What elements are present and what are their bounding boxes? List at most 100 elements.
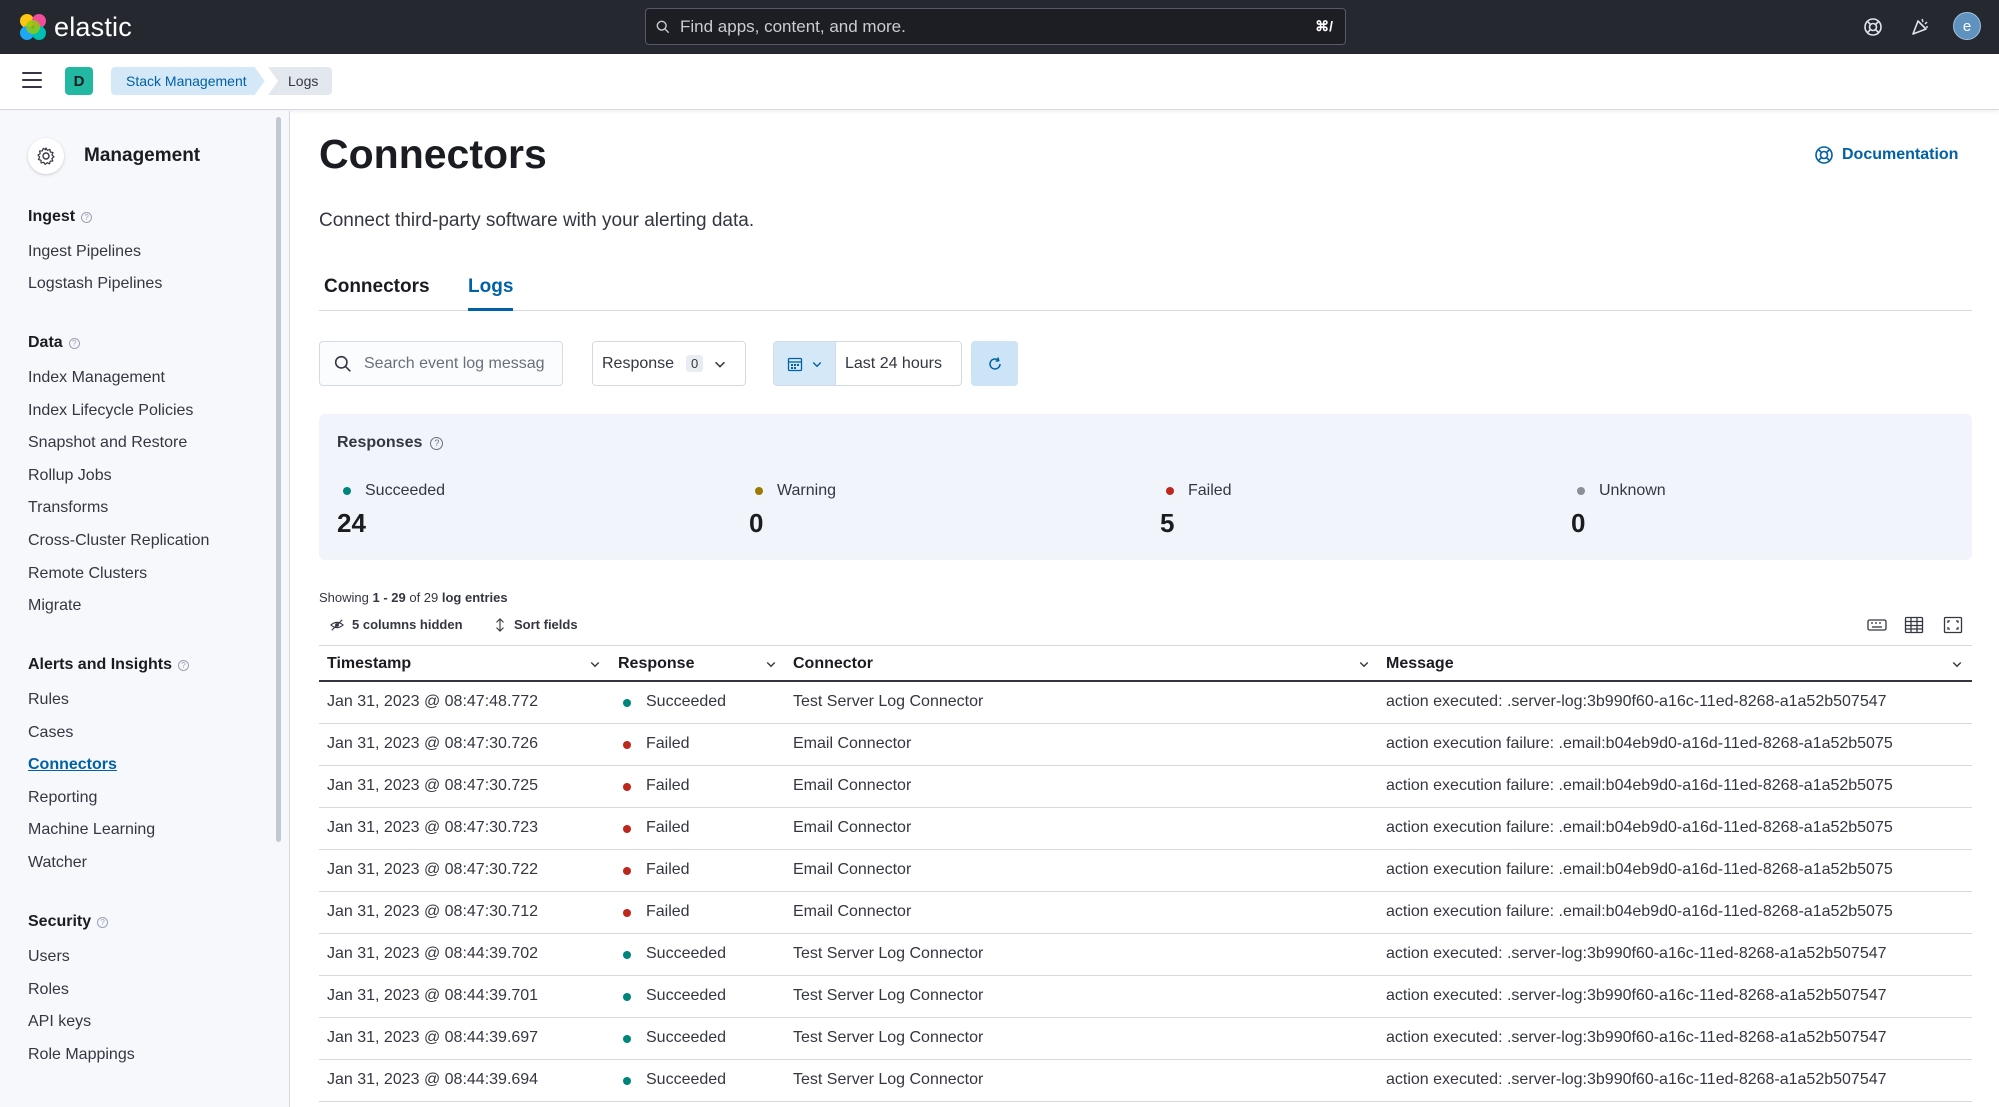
status-dot (623, 993, 631, 1001)
cell-response: Failed (646, 777, 690, 794)
date-range-label[interactable]: Last 24 hours (845, 355, 942, 373)
logo-text: elastic (54, 11, 132, 42)
cell-connector: Test Server Log Connector (793, 693, 984, 710)
status-dot (1577, 487, 1585, 495)
cell-message: action executed: .server-log:3b990f60-a1… (1386, 1029, 1887, 1046)
sort-fields-button[interactable]: Sort fields (494, 617, 578, 632)
elastic-logo[interactable]: elastic (18, 10, 132, 44)
chevron-down-icon[interactable] (765, 658, 777, 670)
columns-hidden-button[interactable]: 5 columns hidden (330, 617, 463, 632)
cell-timestamp: Jan 31, 2023 @ 08:44:39.694 (327, 1071, 539, 1088)
date-picker[interactable]: Last 24 hours (773, 341, 962, 386)
group-label: Alerts and Insights (28, 656, 173, 673)
table-row[interactable]: Jan 31, 2023 @ 08:44:39.694 Succeeded Te… (319, 1060, 1972, 1102)
cell-message: action execution failure: .email:b04eb9d… (1386, 861, 1893, 878)
event-log-search-input[interactable]: Search event log message (319, 341, 563, 386)
table-row[interactable]: Jan 31, 2023 @ 08:47:30.726 Failed Email… (319, 724, 1972, 766)
group-label: Ingest (28, 208, 76, 225)
status-dot (755, 487, 763, 495)
gear-icon (28, 138, 64, 174)
chevron-down-icon[interactable] (589, 658, 601, 670)
cell-response: Failed (646, 861, 690, 878)
sidebar-item-ingest-pipelines[interactable]: Ingest Pipelines (28, 243, 141, 261)
status-dot (623, 699, 631, 707)
chevron-down-icon[interactable] (1951, 658, 1963, 670)
table-row[interactable]: Jan 31, 2023 @ 08:44:39.697 Succeeded Te… (319, 1018, 1972, 1060)
cell-message: action execution failure: .email:b04eb9d… (1386, 819, 1893, 836)
sidebar-item-roles[interactable]: Roles (28, 981, 69, 999)
status-dot (623, 783, 631, 791)
global-search-input[interactable]: Find apps, content, and more. ⌘/ (645, 8, 1346, 45)
stat-unknown: Unknown 0 (1571, 482, 1666, 539)
sidebar-item-index-management[interactable]: Index Management (28, 369, 165, 387)
table-header: Timestamp Response Connector Message (319, 645, 1972, 682)
search-icon (656, 20, 670, 33)
sidebar-item-rules[interactable]: Rules (28, 691, 69, 709)
cell-response: Failed (646, 819, 690, 836)
cell-connector: Email Connector (793, 819, 912, 836)
stat-value: 0 (749, 508, 764, 538)
sidebar-item-role-mappings[interactable]: Role Mappings (28, 1046, 135, 1064)
documentation-link[interactable]: Documentation (1814, 145, 1958, 165)
table-row[interactable]: Jan 31, 2023 @ 08:47:30.722 Failed Email… (319, 850, 1972, 892)
column-header-timestamp[interactable]: Timestamp (327, 655, 411, 673)
stat-warning: Warning 0 (749, 482, 836, 539)
sidebar-item-connectors[interactable]: Connectors (28, 756, 117, 774)
sidebar-item-logstash-pipelines[interactable]: Logstash Pipelines (28, 275, 162, 293)
cell-response: Failed (646, 735, 690, 752)
cell-message: action executed: .server-log:3b990f60-a1… (1386, 987, 1887, 1004)
table-density-icon[interactable] (1904, 616, 1926, 636)
fullscreen-icon[interactable] (1943, 616, 1965, 636)
keyboard-icon[interactable] (1867, 616, 1889, 636)
sidebar-item-rollup-jobs[interactable]: Rollup Jobs (28, 467, 112, 485)
column-header-message[interactable]: Message (1386, 655, 1454, 673)
sidebar-item-index-lifecycle-policies[interactable]: Index Lifecycle Policies (28, 402, 193, 420)
cell-timestamp: Jan 31, 2023 @ 08:47:30.725 (327, 777, 539, 794)
question-icon[interactable]: ? (430, 436, 444, 450)
sidebar-item-reporting[interactable]: Reporting (28, 789, 97, 807)
cell-timestamp: Jan 31, 2023 @ 08:47:48.772 (327, 693, 539, 710)
sidebar-item-cases[interactable]: Cases (28, 724, 73, 742)
sidebar-item-remote-clusters[interactable]: Remote Clusters (28, 565, 147, 583)
table-row[interactable]: Jan 31, 2023 @ 08:44:39.701 Succeeded Te… (319, 976, 1972, 1018)
sidebar-scrollbar[interactable] (276, 117, 281, 842)
sidebar-item-api-keys[interactable]: API keys (28, 1013, 91, 1031)
cell-timestamp: Jan 31, 2023 @ 08:47:30.722 (327, 861, 539, 878)
status-dot (1166, 487, 1174, 495)
sidebar-item-machine-learning[interactable]: Machine Learning (28, 821, 155, 839)
table-row[interactable]: Jan 31, 2023 @ 08:47:30.725 Failed Email… (319, 766, 1972, 808)
newsfeed-icon[interactable] (1906, 13, 1934, 41)
table-row[interactable]: Jan 31, 2023 @ 08:47:48.772 Succeeded Te… (319, 682, 1972, 724)
table-row[interactable]: Jan 31, 2023 @ 08:47:30.712 Failed Email… (319, 892, 1972, 934)
cell-message: action executed: .server-log:3b990f60-a1… (1386, 945, 1887, 962)
sidebar-item-users[interactable]: Users (28, 948, 70, 966)
quick-select-button[interactable] (774, 342, 836, 385)
column-header-connector[interactable]: Connector (793, 655, 873, 673)
sidebar-item-snapshot-and-restore[interactable]: Snapshot and Restore (28, 434, 187, 452)
log-entries-table: Timestamp Response Connector Message Jan… (319, 645, 1972, 1102)
cell-response: Succeeded (646, 987, 727, 1004)
chevron-down-icon (715, 361, 726, 368)
sidebar-item-migrate[interactable]: Migrate (28, 597, 81, 615)
tab-connectors[interactable]: Connectors (324, 276, 430, 308)
cell-connector: Test Server Log Connector (793, 1071, 984, 1088)
table-row[interactable]: Jan 31, 2023 @ 08:44:39.702 Succeeded Te… (319, 934, 1972, 976)
cell-message: action execution failure: .email:b04eb9d… (1386, 903, 1893, 920)
breadcrumb-stack-management[interactable]: Stack Management (111, 67, 265, 95)
column-header-response[interactable]: Response (618, 655, 694, 673)
help-icon[interactable] (1859, 13, 1887, 41)
cell-connector: Email Connector (793, 903, 912, 920)
response-filter-button[interactable]: Response 0 (592, 341, 746, 386)
space-avatar[interactable]: D (65, 67, 93, 95)
stat-failed: Failed 5 (1160, 482, 1232, 539)
chevron-down-icon[interactable] (1358, 658, 1370, 670)
sidebar-item-transforms[interactable]: Transforms (28, 499, 108, 517)
menu-icon[interactable] (22, 72, 42, 92)
table-row[interactable]: Jan 31, 2023 @ 08:47:30.723 Failed Email… (319, 808, 1972, 850)
sidebar-item-cross-cluster-replication[interactable]: Cross-Cluster Replication (28, 532, 209, 550)
user-avatar[interactable]: e (1953, 12, 1981, 40)
search-icon (334, 355, 351, 372)
sidebar-item-watcher[interactable]: Watcher (28, 854, 87, 872)
refresh-button[interactable] (971, 341, 1018, 386)
tab-logs[interactable]: Logs (468, 276, 514, 311)
